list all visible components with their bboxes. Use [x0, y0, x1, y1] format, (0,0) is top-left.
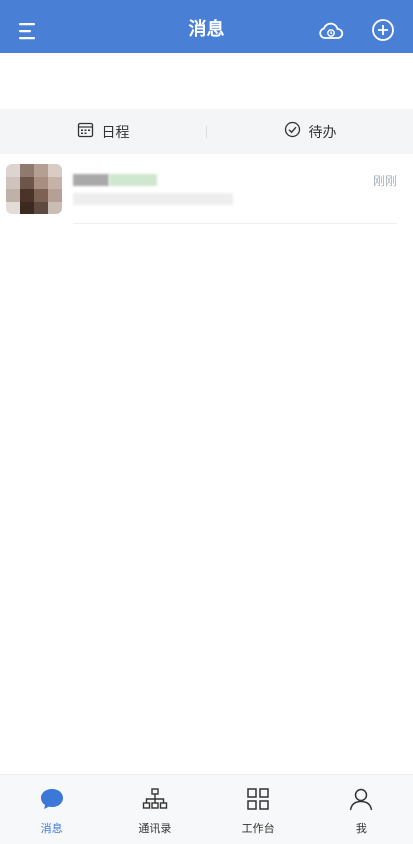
conversation-item[interactable]: 刚刚 — [0, 154, 413, 226]
org-chart-icon — [142, 787, 168, 814]
plus-circle-icon[interactable] — [371, 18, 395, 42]
tab-messages-label: 消息 — [40, 822, 63, 835]
tab-workbench-label: 工作台 — [241, 822, 275, 835]
bottom-tab-bar: 消息 通讯录 工作台 我 — [0, 774, 413, 844]
grid-icon — [245, 787, 271, 814]
tab-contacts-label: 通讯录 — [138, 822, 172, 835]
avatar — [6, 164, 62, 214]
schedule-tab[interactable]: 日程 — [0, 109, 206, 154]
conversation-time: 刚刚 — [372, 174, 397, 188]
list-divider — [73, 223, 397, 224]
tab-messages[interactable]: 消息 — [0, 775, 103, 844]
blank-band — [0, 53, 413, 109]
tab-me-label: 我 — [355, 822, 367, 835]
quick-tabs: 日程 待办 — [0, 109, 413, 154]
calendar-icon — [77, 121, 94, 142]
check-circle-icon — [284, 121, 301, 142]
person-icon — [348, 787, 374, 814]
todo-tab[interactable]: 待办 — [207, 109, 413, 154]
top-header: 消息 — [0, 0, 413, 53]
chat-bubble-icon — [39, 787, 65, 814]
tab-me[interactable]: 我 — [310, 775, 413, 844]
todo-label: 待办 — [308, 124, 337, 141]
tab-contacts[interactable]: 通讯录 — [103, 775, 206, 844]
cloud-clock-icon[interactable] — [318, 19, 344, 43]
schedule-label: 日程 — [101, 124, 130, 141]
tab-workbench[interactable]: 工作台 — [207, 775, 310, 844]
page-title: 消息 — [188, 19, 225, 40]
